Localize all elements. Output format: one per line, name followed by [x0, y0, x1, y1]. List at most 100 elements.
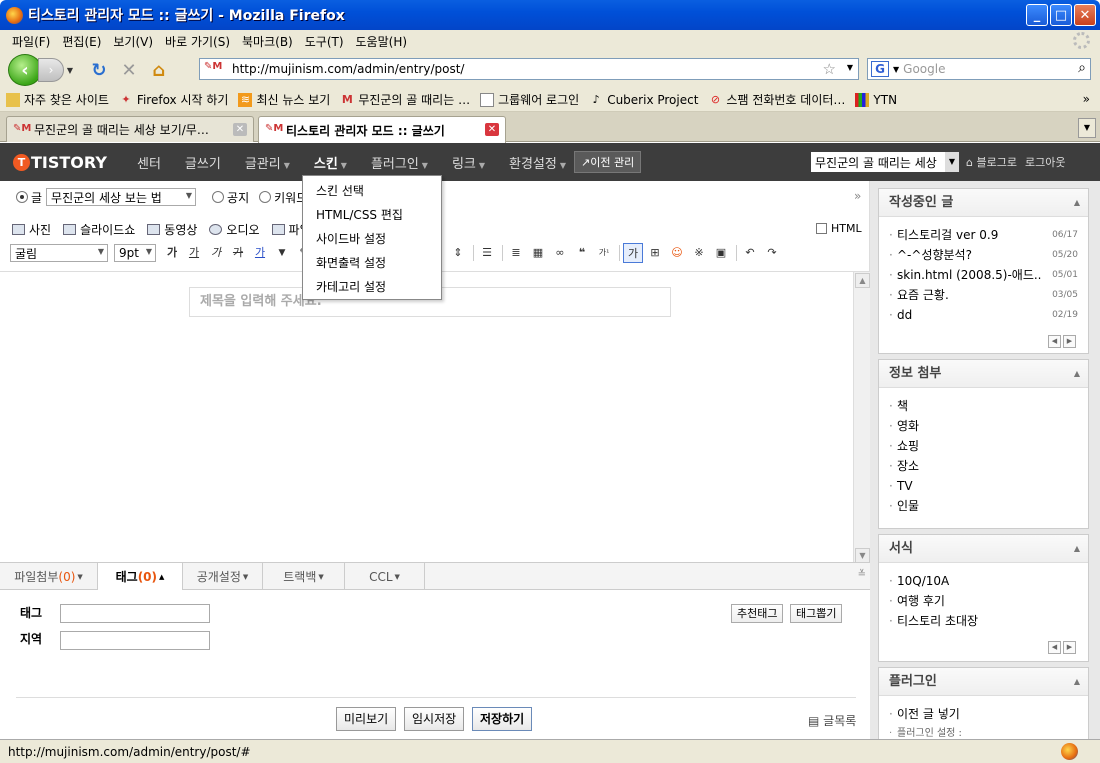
nav-settings[interactable]: 환경설정 ▼: [509, 153, 566, 172]
search-placeholder[interactable]: Google: [903, 62, 945, 76]
prev-page-icon[interactable]: ◀: [1048, 335, 1061, 348]
insert-video-button[interactable]: 동영상: [147, 221, 197, 238]
strikethrough-icon[interactable]: 가: [228, 243, 248, 263]
drafts-panel-title[interactable]: 작성중인 글 ▲: [879, 189, 1088, 217]
expand-icon[interactable]: »: [854, 189, 861, 203]
stop-icon[interactable]: ✕: [114, 55, 144, 85]
tab-close-icon[interactable]: ✕: [485, 123, 499, 136]
menu-display-settings[interactable]: 화면출력 설정: [303, 251, 441, 275]
nav-center[interactable]: 센터: [137, 153, 161, 172]
post-type-radio[interactable]: [16, 191, 28, 203]
insert-photo-button[interactable]: 사진: [12, 221, 51, 238]
url-dropdown-icon[interactable]: ▼: [847, 63, 853, 72]
recommend-tags-button[interactable]: 추천태그: [731, 604, 784, 623]
menu-file[interactable]: 파일(F): [6, 33, 56, 50]
list-item[interactable]: 요즘 근황.03/05: [889, 285, 1088, 305]
location-input[interactable]: [60, 631, 210, 650]
category-select[interactable]: 무진군의 세상 보는 법 ▼: [46, 188, 197, 206]
bookmark-groupware[interactable]: 그룹웨어 로그인: [480, 91, 579, 108]
blog-select[interactable]: 무진군의 골 때리는 세상 ▼: [811, 152, 959, 172]
logout-link[interactable]: 로그아웃: [1025, 154, 1065, 170]
align-icon[interactable]: ≣: [506, 243, 526, 263]
post-list-link[interactable]: ▤ 글목록: [808, 712, 856, 729]
font-size-select[interactable]: 9pt ▼: [114, 244, 156, 262]
tistory-logo[interactable]: T TISTORY: [13, 153, 113, 172]
save-icon[interactable]: ▣: [711, 243, 731, 263]
plugin-settings[interactable]: 플러그인 설정 :: [889, 724, 1088, 739]
next-page-icon[interactable]: ▶: [1063, 335, 1076, 348]
prev-page-icon[interactable]: ◀: [1048, 641, 1061, 654]
nav-manage-posts[interactable]: 글관리 ▼: [245, 153, 290, 172]
google-icon[interactable]: G: [871, 61, 889, 77]
menu-view[interactable]: 보기(V): [107, 33, 159, 50]
tab-attachments[interactable]: 파일첨부 (0) ▼: [0, 563, 98, 590]
menu-help[interactable]: 도움말(H): [350, 33, 414, 50]
bookmark-most-visited[interactable]: 자주 찾은 사이트: [6, 91, 109, 108]
list-item[interactable]: dd02/19: [889, 305, 1088, 325]
insert-slideshow-button[interactable]: 슬라이드쇼: [63, 221, 135, 238]
draft-button[interactable]: 임시저장: [404, 707, 465, 731]
nav-link[interactable]: 링크 ▼: [452, 153, 485, 172]
bold-icon[interactable]: 가: [162, 243, 182, 263]
bookmark-latest-news[interactable]: ≋ 최신 뉴스 보기: [238, 91, 330, 108]
menu-sidebar-settings[interactable]: 사이드바 설정: [303, 227, 441, 251]
emoticon-icon[interactable]: ☺: [667, 243, 687, 263]
link-icon[interactable]: ∞: [550, 243, 570, 263]
editor-scrollbar[interactable]: ▲ ▼: [853, 272, 870, 564]
forward-button[interactable]: ›: [38, 58, 64, 82]
url-bar[interactable]: ✎M http://mujinism.com/admin/entry/post/…: [199, 58, 859, 80]
html-mode-checkbox[interactable]: HTML: [816, 222, 862, 235]
nav-skin[interactable]: 스킨 ▼: [314, 153, 347, 172]
search-icon[interactable]: ⌕: [1078, 60, 1086, 76]
info-panel-title[interactable]: 정보 첨부 ▲: [879, 360, 1088, 388]
notice-type-radio[interactable]: [212, 191, 225, 203]
list-item[interactable]: 티스토리걸 ver 0.906/17: [889, 225, 1088, 245]
back-button[interactable]: ‹: [8, 54, 42, 86]
collapse-icon[interactable]: ≚: [858, 569, 866, 580]
tab-trackback[interactable]: 트랙백 ▼: [263, 563, 345, 590]
info-book[interactable]: 책: [889, 396, 1088, 416]
content-editor[interactable]: 제목을 입력해 주세요. ▲ ▼: [0, 271, 870, 564]
scroll-up-icon[interactable]: ▲: [855, 273, 870, 288]
grid-icon[interactable]: ⊞: [645, 243, 665, 263]
bookmark-star-icon[interactable]: ☆: [823, 60, 836, 78]
info-movie[interactable]: 영화: [889, 416, 1088, 436]
insert-audio-button[interactable]: 오디오: [209, 221, 260, 238]
menu-go[interactable]: 바로 가기(S): [159, 33, 236, 50]
info-tv[interactable]: TV: [889, 476, 1088, 496]
plugin-prev-post[interactable]: 이전 글 넣기: [889, 704, 1088, 724]
menu-skin-select[interactable]: 스킨 선택: [303, 179, 441, 203]
home-icon[interactable]: ⌂: [144, 55, 174, 85]
superscript-icon[interactable]: 가¹: [594, 243, 614, 263]
bookmark-mujinism[interactable]: M 무진군의 골 때리는 …: [340, 91, 470, 108]
line-height-icon[interactable]: ⇕: [448, 243, 468, 263]
blog-link[interactable]: ⌂ 블로그로: [966, 154, 1017, 170]
menu-category-settings[interactable]: 카테고리 설정: [303, 275, 441, 299]
underline-icon[interactable]: 가: [184, 243, 204, 263]
list-item[interactable]: ^-^성향분석?05/20: [889, 245, 1088, 265]
font-select[interactable]: 굴림 ▼: [10, 244, 108, 262]
nav-plugin[interactable]: 플러그인 ▼: [371, 153, 428, 172]
quote-icon[interactable]: ❝: [572, 243, 592, 263]
minimize-button[interactable]: _: [1026, 4, 1048, 26]
preview-button[interactable]: 미리보기: [336, 707, 397, 731]
plugins-panel-title[interactable]: 플러그인 ▲: [879, 668, 1088, 696]
info-place[interactable]: 장소: [889, 456, 1088, 476]
info-person[interactable]: 인물: [889, 496, 1088, 516]
tab-list-icon[interactable]: ▼: [1078, 118, 1096, 138]
extract-tags-button[interactable]: 태그뽑기: [790, 604, 843, 623]
info-shopping[interactable]: 쇼핑: [889, 436, 1088, 456]
table-icon[interactable]: ▦: [528, 243, 548, 263]
form-10q[interactable]: 10Q/10A: [889, 571, 1088, 591]
old-admin-button[interactable]: ↗이전 관리: [574, 151, 642, 173]
chevron-down-icon[interactable]: ▼: [272, 243, 292, 263]
tag-input[interactable]: [60, 604, 210, 623]
italic-icon[interactable]: 가: [206, 243, 226, 263]
tab-mujinism[interactable]: ✎M 무진군의 골 때리는 세상 보기/무… ✕: [6, 116, 254, 142]
bookmark-ytn[interactable]: YTN: [855, 92, 897, 107]
undo-icon[interactable]: ↶: [740, 243, 760, 263]
menu-edit[interactable]: 편집(E): [56, 33, 107, 50]
nav-write[interactable]: 글쓰기: [185, 153, 221, 172]
search-engine-dropdown-icon[interactable]: ▼: [893, 65, 899, 74]
close-button[interactable]: ✕: [1074, 4, 1096, 26]
